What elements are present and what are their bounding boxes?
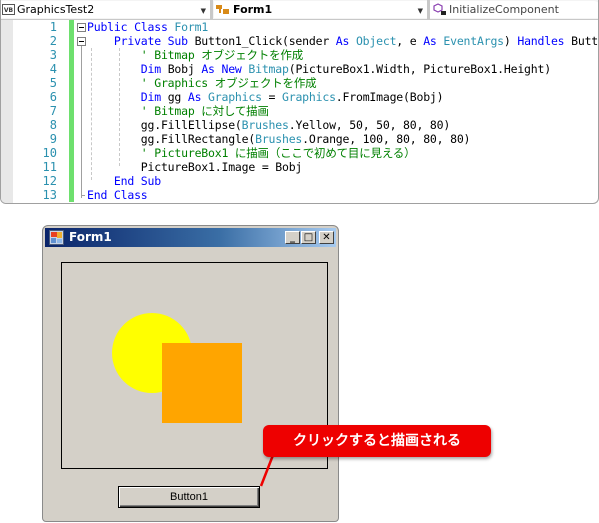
keyword-token: Public Class — [87, 20, 175, 34]
title-bar[interactable]: Form1 _ □ ✕ — [45, 228, 336, 247]
keyword-token: End Class — [87, 188, 148, 202]
form-app-icon — [49, 230, 64, 245]
code-token: PictureBox1.Image = Bobj — [87, 160, 303, 174]
code-token: (PictureBox1.Width, PictureBox1.Height) — [288, 62, 551, 76]
code-line: ' Bitmap オブジェクトを作成 — [87, 48, 598, 62]
line-number: 5 — [49, 76, 57, 90]
project-dropdown[interactable]: VB GraphicsTest2 ▼ — [1, 1, 210, 18]
line-number: 9 — [49, 132, 57, 146]
close-icon: ✕ — [322, 232, 331, 243]
comment-token: ' PictureBox1 に描画（ここで初めて目に見える） — [87, 146, 416, 160]
type-token: Object — [355, 34, 397, 48]
keyword-token: As — [335, 34, 356, 48]
type-token: EventArgs — [443, 34, 504, 48]
code-line: Dim Bobj As New Bitmap(PictureBox1.Width… — [87, 62, 598, 76]
type-token: Brushes — [241, 118, 289, 132]
keyword-token: End Sub — [87, 174, 161, 188]
code-token: Bobj — [167, 62, 202, 76]
keyword-token: Private Sub — [87, 34, 195, 48]
code-token: ) — [503, 34, 518, 48]
comment-token: ' Bitmap に対して描画 — [87, 104, 269, 118]
code-line: PictureBox1.Image = Bobj — [87, 160, 598, 174]
keyword-token: Dim — [87, 90, 168, 104]
keyword-token: Handles — [517, 34, 572, 48]
code-line: gg.FillEllipse(Brushes.Yellow, 50, 50, 8… — [87, 118, 598, 132]
maximize-icon: □ — [303, 232, 314, 243]
type-token: Form1 — [174, 20, 209, 34]
code-token: = — [261, 90, 282, 104]
line-number: 10 — [42, 146, 57, 160]
class-dropdown[interactable]: Form1 ▼ — [214, 1, 427, 18]
line-number: 13 — [42, 188, 57, 202]
orange-rectangle — [162, 343, 242, 423]
code-line: ' Bitmap に対して描画 — [87, 104, 598, 118]
code-token: , e — [396, 34, 424, 48]
code-editor: VB GraphicsTest2 ▼ Form1 ▼ InitializeCom… — [0, 0, 599, 204]
line-number: 7 — [49, 104, 57, 118]
type-token: Graphics — [208, 90, 262, 104]
class-dropdown-value: Form1 — [233, 3, 273, 16]
outline-end — [81, 195, 85, 196]
code-line: ' Graphics オブジェクトを作成 — [87, 76, 598, 90]
comment-token: ' Bitmap オブジェクトを作成 — [87, 48, 303, 62]
line-number: 3 — [49, 48, 57, 62]
member-dropdown[interactable]: InitializeComponent — [430, 1, 598, 18]
keyword-token: Dim — [87, 62, 168, 76]
code-token: .Yellow, 50, 50, 80, 80) — [288, 118, 451, 132]
outline-line — [81, 40, 82, 198]
code-line: Public Class Form1 — [87, 20, 598, 34]
divider — [210, 0, 213, 19]
form1-window: Form1 _ □ ✕ Button1 — [42, 225, 339, 522]
maximize-button[interactable]: □ — [301, 231, 316, 244]
code-token: Button1_Click(sender — [194, 34, 336, 48]
window-title: Form1 — [69, 230, 112, 244]
code-token: .Orange, 100, 80, 80, 80) — [302, 132, 471, 146]
chevron-down-icon: ▼ — [417, 7, 423, 15]
code-line: End Sub — [87, 174, 598, 188]
line-number: 1 — [49, 20, 57, 34]
line-number: 11 — [42, 160, 57, 174]
code-token: gg — [167, 90, 188, 104]
minimize-icon: _ — [290, 232, 295, 243]
line-number: 12 — [42, 174, 57, 188]
chevron-down-icon: ▼ — [200, 7, 206, 15]
class-icon — [216, 4, 230, 16]
code-token: gg.FillRectangle( — [87, 132, 256, 146]
line-number: 4 — [49, 62, 57, 76]
close-button[interactable]: ✕ — [319, 231, 334, 244]
code-line: Dim gg As Graphics = Graphics.FromImage(… — [87, 90, 598, 104]
change-tracking-bar — [69, 20, 74, 202]
line-numbers: 1 2 3 4 5 6 7 8 9 10 11 12 13 — [13, 20, 69, 203]
line-number: 6 — [49, 90, 57, 104]
type-token: Bitmap — [248, 62, 289, 76]
navigation-bar: VB GraphicsTest2 ▼ Form1 ▼ InitializeCom… — [1, 0, 598, 20]
line-number: 2 — [49, 34, 57, 48]
code-token: Button1.Click — [571, 34, 599, 48]
keyword-token: As New — [201, 62, 249, 76]
selection-margin — [1, 20, 13, 203]
vb-project-icon: VB — [2, 4, 15, 15]
keyword-token: As — [187, 90, 209, 104]
type-token: Graphics — [282, 90, 336, 104]
line-number: 8 — [49, 118, 57, 132]
project-dropdown-value: GraphicsTest2 — [17, 3, 95, 16]
minimize-button[interactable]: _ — [285, 231, 300, 244]
collapse-icon[interactable] — [77, 23, 86, 32]
code-line: Private Sub Button1_Click(sender As Obje… — [87, 34, 599, 48]
method-icon — [433, 3, 447, 16]
code-line: ' PictureBox1 に描画（ここで初めて目に見える） — [87, 146, 598, 160]
type-token: Brushes — [255, 132, 303, 146]
code-line: End Class — [87, 188, 598, 202]
collapse-icon[interactable] — [77, 37, 86, 46]
code-line: gg.FillRectangle(Brushes.Orange, 100, 80… — [87, 132, 598, 146]
code-token: gg.FillEllipse( — [87, 118, 242, 132]
member-dropdown-value: InitializeComponent — [449, 3, 559, 16]
keyword-token: As — [423, 34, 444, 48]
button1[interactable]: Button1 — [118, 486, 260, 508]
annotation-callout: クリックすると描画される — [263, 425, 491, 457]
comment-token: ' Graphics オブジェクトを作成 — [87, 76, 317, 90]
code-token: .FromImage(Bobj) — [335, 90, 444, 104]
code-text-area[interactable]: Public Class Form1 Private Sub Button1_C… — [87, 20, 599, 202]
